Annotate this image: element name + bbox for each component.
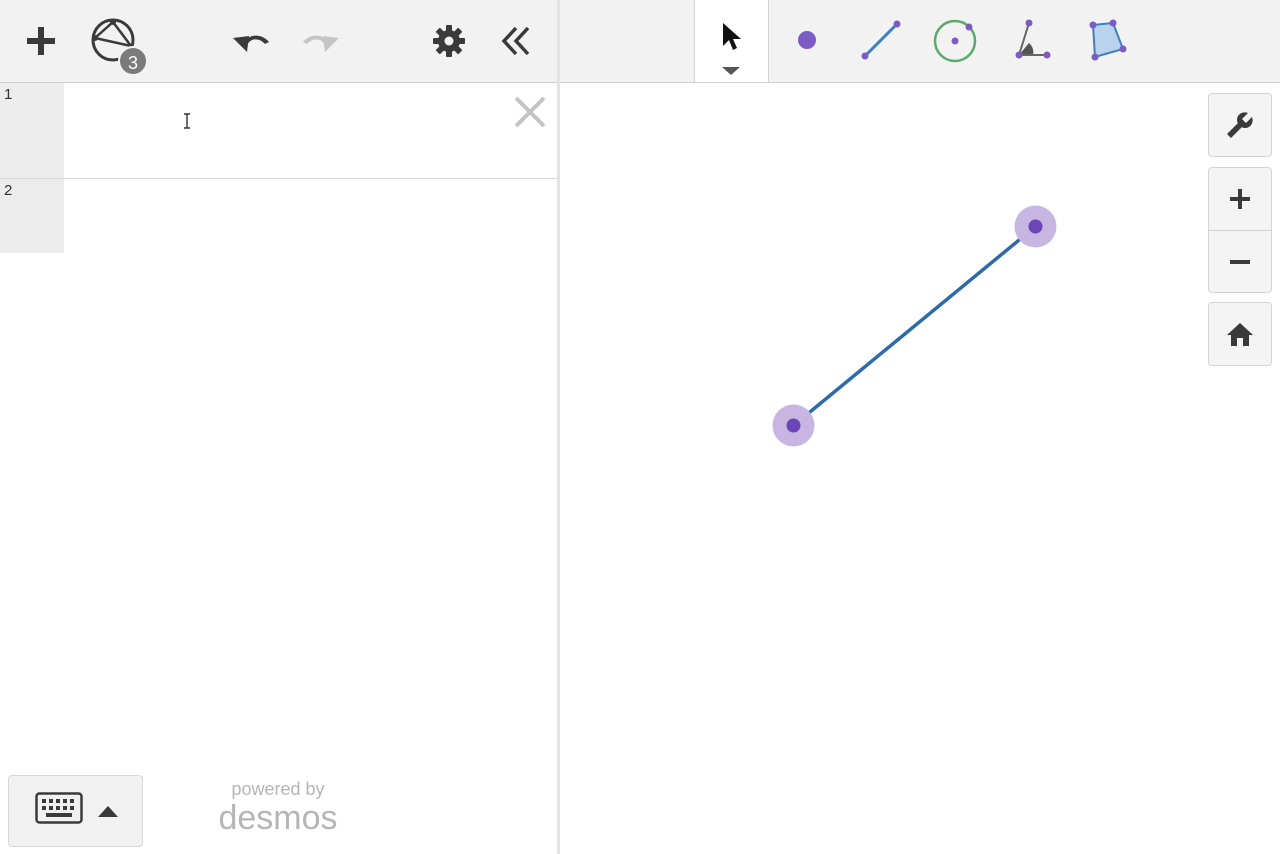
zoom-in-button[interactable] [1209, 168, 1271, 230]
plus-icon [27, 27, 55, 55]
expression-number: 1 [4, 86, 13, 103]
expressions-panel: 3 1 2 powered by desmos [0, 0, 557, 854]
point-icon [798, 31, 816, 49]
tool-polygon[interactable] [1076, 10, 1136, 70]
graph-paper[interactable] [560, 0, 1280, 854]
powered-by-label: powered by [231, 779, 325, 799]
powered-by-desmos[interactable]: powered by desmos [208, 778, 348, 836]
caret-down-icon [722, 67, 740, 75]
point[interactable] [786, 418, 801, 433]
desmos-logo: desmos [218, 799, 338, 837]
expression-row[interactable]: 2 [0, 179, 557, 253]
caret-up-icon [98, 806, 118, 817]
zoom-out-button[interactable] [1209, 231, 1271, 293]
double-chevron-left-icon [501, 26, 530, 56]
expressions-toolbar: 3 [0, 0, 557, 83]
default-viewport-button[interactable] [1208, 302, 1272, 366]
expression-input[interactable] [65, 83, 557, 178]
point[interactable] [1028, 219, 1043, 234]
expression-input[interactable] [65, 179, 557, 253]
circle-icon [933, 19, 977, 63]
undo-icon [233, 35, 269, 52]
redo-icon [303, 35, 339, 52]
tool-segment[interactable] [851, 10, 911, 70]
delete-expression-button[interactable] [513, 95, 547, 129]
construction-count-badge: 3 [118, 46, 148, 76]
undo-button[interactable] [224, 14, 280, 68]
expression-number: 2 [4, 182, 13, 199]
graph-settings-inner[interactable] [1209, 94, 1271, 156]
expression-gutter: 2 [0, 179, 64, 253]
tool-circle[interactable] [926, 10, 986, 70]
segment-icon [861, 20, 901, 60]
plus-icon [1230, 189, 1250, 209]
default-viewport-inner[interactable] [1209, 303, 1271, 365]
geometry-toolbar [560, 0, 1280, 83]
close-icon [514, 96, 546, 128]
expression-row[interactable]: 1 [0, 83, 557, 179]
add-item-button[interactable] [13, 14, 69, 68]
wrench-icon [1227, 112, 1253, 138]
keyboard-icon [35, 792, 83, 824]
minus-icon [1230, 260, 1250, 264]
tool-angle[interactable] [1000, 10, 1060, 70]
settings-button[interactable] [421, 14, 477, 68]
keypad-toggle-button[interactable] [8, 775, 143, 847]
pointer-arrow-icon [723, 23, 741, 50]
gear-icon [433, 25, 465, 57]
graph-settings-button[interactable] [1208, 93, 1272, 157]
collapse-panel-button[interactable] [488, 14, 544, 68]
tool-select[interactable] [694, 0, 769, 82]
text-cursor-icon [184, 113, 190, 129]
redo-button[interactable] [292, 14, 348, 68]
home-icon [1227, 323, 1253, 346]
polygon-icon [1089, 19, 1127, 61]
graph-canvas[interactable] [560, 83, 1280, 854]
zoom-controls [1208, 167, 1272, 293]
segment[interactable] [792, 225, 1037, 427]
expression-gutter: 1 [0, 83, 64, 178]
tool-point[interactable] [777, 10, 837, 70]
angle-icon [1015, 19, 1051, 59]
